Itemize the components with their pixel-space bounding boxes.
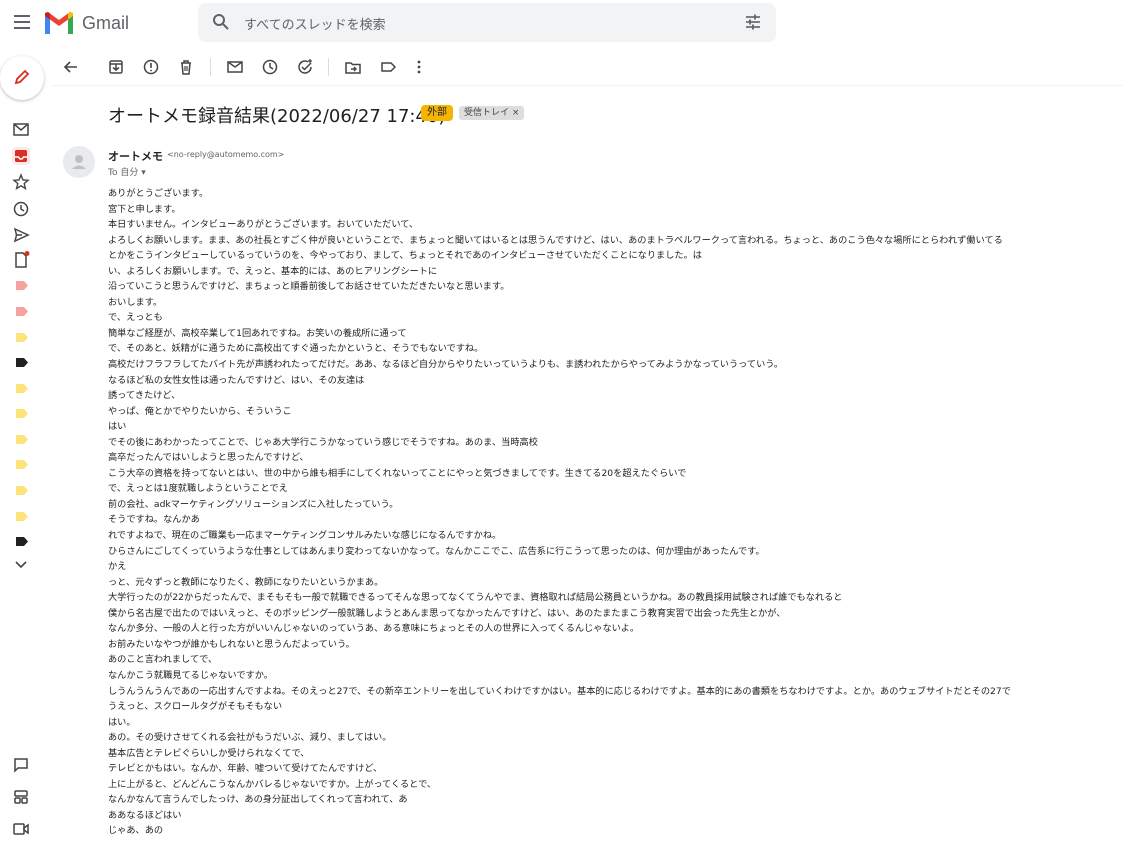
compose-icon [14, 69, 30, 85]
body-line: なんかこう就職見てるじゃないですか。 [108, 669, 273, 681]
body-line: ありがとうございます。 [108, 188, 209, 199]
body-line: じゃあ、あの [108, 825, 164, 837]
app-name: Gmail [82, 12, 130, 33]
draft-icon[interactable] [12, 251, 30, 269]
body-line: で、えっとも [108, 312, 163, 324]
star-icon[interactable] [12, 173, 30, 191]
label-icon[interactable] [16, 409, 28, 418]
body-line: はい [108, 421, 127, 433]
body-line: よろしくお願いします。まま、あの社長とすごく仲が良いということで、まちょっと聞い… [108, 234, 1003, 246]
delete-icon[interactable] [177, 58, 195, 76]
snooze-icon[interactable] [261, 58, 279, 76]
body-line: なんか多分、一般の人と行った方がいいんじゃないのっていうあ、ある意味にちょっとそ… [108, 623, 640, 635]
body-line: あの。その受けさせてくれる会社がもうだいぶ、減り、ましてはい。 [108, 732, 392, 744]
sender-email: <no-reply@automemo.com> [167, 150, 285, 159]
body-line: なんかなんて言うんでしたっけ、あの身分証出してくれって言われて、あ [108, 794, 408, 806]
body-line: 前の会社、adkマーケティングソリューションズに入社したっていう。 [108, 498, 399, 510]
body-line: 簡単なご経歴が、高校卒業して1回あれですね。お笑いの養成所に通って [108, 327, 407, 339]
avatar[interactable] [63, 146, 95, 178]
clock-icon[interactable] [12, 200, 30, 218]
report-spam-icon[interactable] [142, 58, 160, 76]
email-subject: オートメモ録音結果(2022/06/27 17:40) [108, 106, 446, 127]
add-task-icon[interactable] [296, 58, 314, 76]
search-bar[interactable]: すべてのスレッドを検索 [198, 3, 776, 42]
body-line: 宮下と申します。 [108, 203, 181, 215]
top-bar: Gmail すべてのスレッドを検索 [0, 0, 1123, 46]
mark-unread-icon[interactable] [226, 58, 244, 76]
more-vert-icon[interactable] [410, 58, 428, 76]
message-toolbar [52, 48, 1123, 86]
move-to-icon[interactable] [344, 58, 362, 76]
body-line: お前みたいなやつが誰かもしれないと思うんだよっていう。 [108, 638, 355, 650]
body-line: 僕から名古屋で出たのではいえっと、そのポッピング一般就職しようとあんま思ってなか… [108, 607, 786, 619]
body-line: ひらさんにごしてくっていうような仕事としてはあんまり変わってないかなって。なんか… [108, 545, 765, 557]
body-line: 大学行ったのが22からだったんで、まそもそも一般で就職できるってそんな思ってなく… [108, 592, 843, 604]
label-icon[interactable] [16, 384, 28, 393]
chat-icon[interactable] [12, 756, 30, 774]
gmail-logo-icon [45, 12, 73, 34]
spaces-icon[interactable] [12, 788, 30, 806]
more-icon[interactable] [12, 556, 30, 574]
body-line: で、そのあと、妖精がに通うために高校出てすぐ通ったかというと、そうでもないですね… [108, 343, 484, 355]
body-line: はい。 [108, 716, 136, 728]
label-icon[interactable] [16, 460, 28, 469]
main-menu-icon[interactable] [12, 12, 32, 32]
send-icon[interactable] [12, 226, 30, 244]
search-icon[interactable] [212, 13, 230, 31]
body-line: かえ [108, 561, 127, 573]
body-line: でその後にあわかったってことで、じゃあ大学行こうかなっていう感じでそうですね。あ… [108, 436, 538, 448]
body-line: 上に上がると、どんどんこうなんかバレるじゃないですか。上がってくるとで、 [108, 778, 437, 790]
body-line: なるほど私の女性女性は通ったんですけど、はい、その友達は [108, 374, 365, 386]
meet-icon[interactable] [12, 820, 30, 838]
body-line: こう大卒の資格を持ってないとはい、世の中から誰も相手にしてくれないってことにやっ… [108, 467, 687, 479]
search-options-icon[interactable] [744, 13, 762, 31]
label-icon[interactable] [16, 512, 28, 521]
body-line: やっぱ、俺とかでやりたいから、そういうこ [108, 405, 292, 417]
inbox-label-chip[interactable]: 受信トレイ × [459, 106, 525, 120]
body-line: しうんうんうんであの一応出すんですよね。そのえっと27で、その新卒エントリーを出… [108, 685, 1011, 697]
body-line: 本日すいません。インタビューありがとうございます。おいていただいて、 [108, 219, 419, 231]
external-badge: 外部 [421, 105, 453, 121]
label-icon[interactable] [16, 307, 28, 316]
archive-icon[interactable] [107, 58, 125, 76]
label-icon[interactable] [16, 435, 28, 444]
body-line: ああなるほどはい [108, 809, 182, 821]
body-line: で、えっとは1度就職しようということでえ [108, 483, 288, 495]
label-icon[interactable] [16, 486, 28, 495]
body-line: 高校だけフラフラしてたバイト先が声誘われたってだけだ。ああ、なるほど自分からやり… [108, 359, 784, 371]
label-icon[interactable] [379, 58, 397, 76]
body-line: テレビとかもはい。なんか、年齢、嘘ついて受けてたんですけど、 [108, 763, 383, 775]
inbox-icon[interactable] [12, 147, 30, 165]
body-line: い、よろしくお願いします。で、えっと、基本的には、あのヒアリングシートに [108, 265, 438, 277]
compose-button[interactable] [0, 56, 44, 100]
label-icon[interactable] [16, 333, 28, 342]
mail-icon[interactable] [12, 120, 30, 138]
back-icon[interactable] [62, 58, 80, 76]
label-icon[interactable] [16, 537, 28, 546]
body-line: おいします。 [108, 296, 163, 308]
body-line: れですよねで、現在のご職業も一応まマーケティングコンサルみたいな感じになるんです… [108, 530, 502, 542]
label-icon[interactable] [16, 358, 28, 367]
body-line: あのこと言われましてで、 [108, 654, 218, 666]
email-body: ありがとうございます。 宮下と申します。本日すいません。インタビューありがとうござ… [108, 186, 1123, 839]
body-line: 誘ってきたけど、 [108, 390, 181, 402]
recipient-details-toggle[interactable]: To 自分 ▾ [108, 165, 146, 178]
sender-name[interactable]: オートメモ [108, 148, 163, 164]
body-line: とかをこうインタビューしているっていうのを、今やっており、まして、ちょっとそれで… [108, 250, 702, 262]
body-line: うえっと、スクロールタグがそもそもない [108, 701, 283, 713]
gmail-logo[interactable]: Gmail [44, 9, 129, 37]
body-line: っと、元々ずっと教師になりたく、教師になりたいというかまあ。 [108, 576, 384, 588]
left-rail [0, 46, 44, 842]
label-icon[interactable] [16, 281, 28, 290]
search-input[interactable]: すべてのスレッドを検索 [244, 14, 386, 33]
body-line: そうですね。なんかあ [108, 514, 200, 526]
body-line: 基本広告とテレビぐらいしか受けられなくてで、 [108, 747, 310, 759]
body-line: 沿っていこうと思うんですけど、まちょっと順番前後してお話させていただきたいなと思… [108, 281, 510, 293]
person-icon [72, 155, 86, 169]
body-line: 高卒だったんではいしようと思ったんですけど、 [108, 452, 309, 464]
